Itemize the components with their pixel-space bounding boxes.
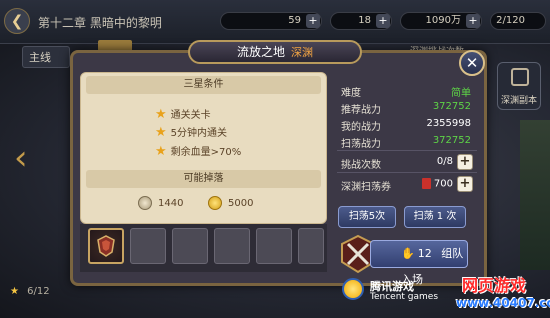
drop-gold: 5000 [208,196,253,210]
star-icon: ★ [155,144,167,159]
shop-icon [511,68,529,86]
chapter-title: 第十二章 黑暗中的黎明 [38,16,162,30]
site-watermark-title: 网页游戏 [462,276,527,295]
condition-text: 5分钟内通关 [170,128,228,139]
star-icon: ★ [10,286,19,297]
site-watermark-url: www.40407.com [456,296,550,310]
resource-diamond-value: 18 [358,15,371,26]
difficulty-tag: 深渊 [291,46,313,59]
recommended-power-row: 推荐战力 372752 [341,101,471,116]
add-gold-button[interactable]: + [466,14,480,28]
tencent-logo: 腾讯游戏 Tencent games [342,272,438,306]
sweep-power-row: 扫荡战力 372752 [341,135,471,150]
dialog-title-plate: 流放之地 深渊 [188,40,362,64]
prev-chapter-arrow-icon[interactable]: ‹ [14,138,28,178]
my-power-label: 我的战力 [341,122,381,133]
condition-text: 通关关卡 [170,110,211,121]
recommended-power-value: 372752 [432,101,471,112]
difficulty-row: 难度 简单 [341,84,471,99]
drop-slot-empty [130,228,166,264]
armor-item-icon [97,235,115,257]
ticket-icon [421,178,431,189]
sweep-1-button[interactable]: 扫荡 1 次 [404,206,466,228]
drop-item-slot[interactable] [88,228,124,264]
recommended-power-label: 推荐战力 [341,105,381,116]
condition-item: ★ 5分钟内通关 [155,124,227,140]
difficulty-label: 难度 [341,88,361,99]
add-stamina-button[interactable]: + [306,14,320,28]
drop-fame: 1440 [138,196,183,210]
condition-item: ★ 剩余血量>70% [155,143,241,159]
add-ticket-button[interactable]: + [457,176,473,192]
my-power-row: 我的战力 2355998 [341,118,471,133]
star-progress: ★ 6/12 [10,283,70,301]
resource-gold-value: 1090万 [425,15,461,26]
add-diamond-button[interactable]: + [376,14,390,28]
drops-header: 可能掉落 [86,170,321,188]
sweep-ticket-value-wrap: 700 [421,178,453,190]
deep-dungeon-button[interactable]: 深渊副本 [497,62,541,110]
star-icon: ★ [155,125,167,140]
hand-icon: ✋ [401,247,415,260]
drop-slot-empty [214,228,250,264]
resource-stamina-value: 59 [288,15,301,26]
drop-gold-value: 5000 [228,198,254,209]
challenge-count-label: 挑战次数 [341,160,381,171]
resource-stamina: 59 + [220,12,322,30]
fame-icon [138,196,152,210]
drop-fame-value: 1440 [158,198,184,209]
divider [337,172,477,173]
drop-slot-empty [298,228,324,264]
condition-text: 剩余血量>70% [170,147,242,158]
sweep-power-value: 372752 [432,135,471,146]
map-edge-decoration [520,120,550,270]
sweep-ticket-label: 深渊扫荡券 [341,182,391,193]
challenge-count-row: 挑战次数 0/8 [341,156,453,171]
team-enter-button[interactable]: ✋ 12 组队入场 [370,240,468,286]
difficulty-value: 简单 [451,88,471,99]
star-progress-value: 6/12 [27,286,50,297]
gold-coin-icon [208,196,222,210]
main-story-tab[interactable]: 主线 [22,46,70,68]
sweep-5-button[interactable]: 扫荡5次 [338,206,396,228]
deep-dungeon-label: 深渊副本 [500,96,537,106]
conditions-header: 三星条件 [86,76,321,94]
add-challenge-button[interactable]: + [457,154,473,170]
back-button[interactable]: ❮ [4,8,30,34]
divider [337,150,477,151]
tencent-logo-icon [342,278,364,300]
star-icon: ★ [155,107,167,122]
sweep-power-label: 扫荡战力 [341,139,381,150]
drop-slot-empty [172,228,208,264]
my-power-value: 2355998 [426,118,471,129]
team-count: 12 [417,247,432,260]
drop-slot-empty [256,228,292,264]
sweep-ticket-value: 700 [433,178,453,190]
condition-item: ★ 通关关卡 [155,106,211,122]
tencent-brand-en: Tencent games [370,292,439,302]
challenge-count-value: 0/8 [436,156,453,167]
resource-count-value: 2/120 [496,15,525,26]
resource-count: 2/120 [490,12,546,30]
resource-gold: 1090万 + [400,12,482,30]
sweep-ticket-row: 深渊扫荡券 700 [341,178,453,193]
resource-diamond: 18 + [330,12,392,30]
close-button[interactable]: ✕ [459,50,485,76]
stage-name: 流放之地 [236,45,285,59]
